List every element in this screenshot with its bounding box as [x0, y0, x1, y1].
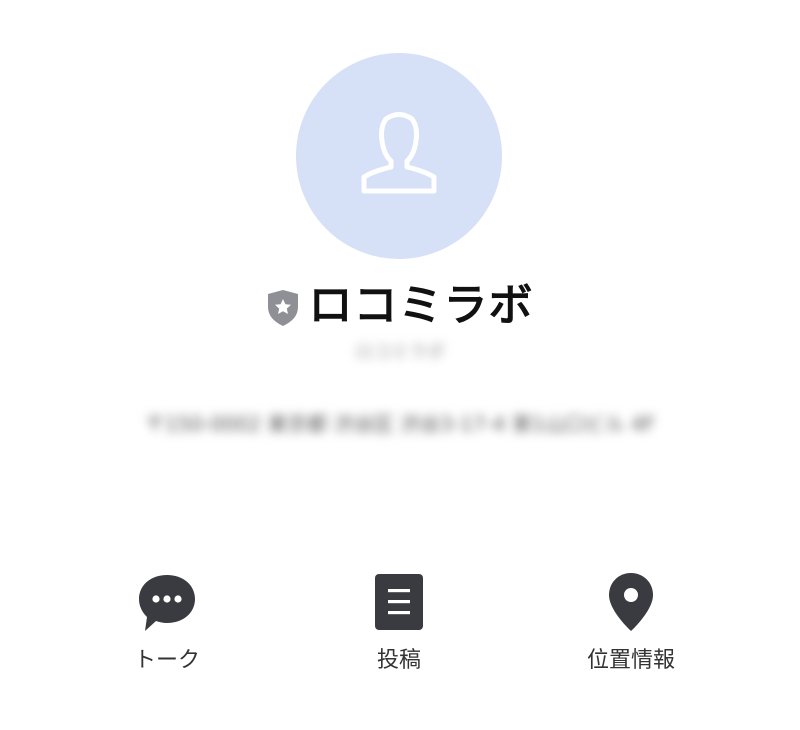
profile-avatar[interactable]: [296, 53, 502, 259]
location-pin-icon: [609, 573, 653, 631]
verified-shield-icon: [267, 290, 298, 326]
chat-bubble-icon: [139, 575, 195, 631]
talk-label: トーク: [133, 648, 200, 673]
default-user-icon: [361, 112, 437, 194]
posts-list-icon: [375, 574, 423, 630]
posts-label: 投稿: [376, 648, 421, 673]
status-message: ロコミラボ: [355, 342, 445, 363]
profile-name-row: ロコミラボ: [0, 278, 800, 334]
address-text: 〒150-0002 東京都 渋谷区 渋谷3-17-4 第1山口ビル 4F: [144, 412, 656, 436]
posts-button[interactable]: 投稿: [319, 570, 479, 680]
talk-button[interactable]: トーク: [87, 570, 247, 680]
profile-name: ロコミラボ: [308, 280, 534, 331]
location-button[interactable]: 位置情報: [551, 570, 711, 680]
action-bar: トーク 投稿 位置情報: [0, 570, 800, 680]
location-label: 位置情報: [586, 648, 675, 673]
